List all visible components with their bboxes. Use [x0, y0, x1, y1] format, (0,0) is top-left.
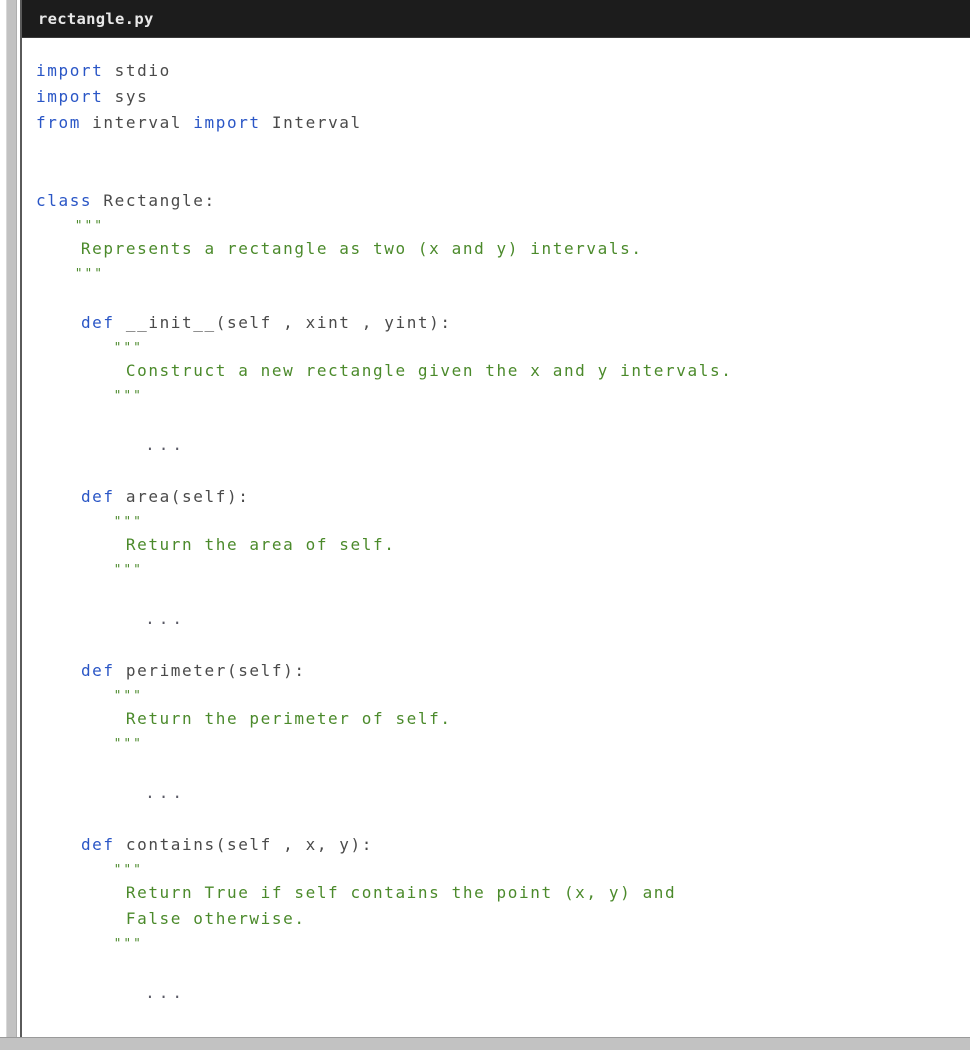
docstring-text: Return the perimeter of self.: [36, 709, 452, 728]
vertical-scrollbar-thumb[interactable]: [7, 0, 16, 1043]
docstring-quotes: """: [36, 687, 143, 702]
code-line-docstring-delimiter: """: [36, 858, 970, 880]
code-line-ellipsis: ...: [36, 606, 970, 632]
identifier-token: sys: [103, 87, 149, 106]
code-line-statement: def area(self):: [36, 484, 970, 510]
code-line-docstring-text: Construct a new rectangle given the x an…: [36, 358, 970, 384]
code-line-docstring-delimiter: """: [36, 932, 970, 954]
code-line-docstring-text: Return the perimeter of self.: [36, 706, 970, 732]
horizontal-scrollbar[interactable]: [0, 1037, 970, 1050]
code-line-import: from interval import Interval: [36, 110, 970, 136]
docstring-quotes: """: [36, 861, 143, 876]
code-line-docstring-delimiter: """: [36, 684, 970, 706]
code-line-docstring-delimiter: """: [36, 510, 970, 532]
code-line-statement: import stdio: [36, 58, 970, 84]
docstring-quotes: """: [36, 217, 105, 232]
code-line-docstring-delimiter: """: [36, 384, 970, 406]
code-panel: rectangle.py import stdio import sys from …: [20, 0, 970, 1037]
code-line-statement: class Rectangle:: [36, 188, 970, 214]
code-listing: import stdio import sys from interval impo…: [22, 38, 970, 1006]
code-line-docstring-text: Return True if self contains the point (…: [36, 880, 970, 906]
code-line-statement: def perimeter(self):: [36, 658, 970, 684]
docstring-text: False otherwise.: [36, 909, 306, 928]
keyword-token: import: [193, 113, 261, 132]
keyword-token: def: [80, 313, 115, 332]
code-line-statement: def __init__(self , xint , yint):: [36, 310, 970, 336]
code-line-docstring-text: Represents a rectangle as two (x and y) …: [36, 236, 970, 262]
identifier-token: contains(self , x, y):: [114, 835, 373, 854]
keyword-token: import: [36, 87, 104, 106]
identifier-token: area(self):: [114, 487, 250, 506]
code-line-docstring-text: Return the area of self.: [36, 532, 970, 558]
keyword-token: def: [80, 835, 115, 854]
ellipsis-placeholder: ...: [36, 435, 186, 454]
code-line-docstring-delimiter: """: [36, 262, 970, 284]
identifier-token: Rectangle:: [92, 191, 216, 210]
code-line-ellipsis: ...: [36, 780, 970, 806]
keyword-token: class: [36, 191, 93, 210]
code-line-statement: def contains(self , x, y):: [36, 832, 970, 858]
identifier-token: __init__(self , xint , yint):: [114, 313, 452, 332]
code-line-docstring-delimiter: """: [36, 558, 970, 580]
code-line-docstring-text: False otherwise.: [36, 906, 970, 932]
keyword-token: import: [36, 61, 104, 80]
identifier-token: stdio: [103, 61, 171, 80]
keyword-token: from: [36, 113, 81, 132]
identifier-token: interval: [80, 113, 194, 132]
docstring-quotes: """: [36, 735, 143, 750]
identifier-token: perimeter(self):: [114, 661, 306, 680]
identifier-token: Interval: [260, 113, 362, 132]
docstring-text: Construct a new rectangle given the x an…: [36, 361, 733, 380]
docstring-quotes: """: [36, 935, 143, 950]
docstring-text: Return the area of self.: [36, 535, 396, 554]
docstring-text: Return True if self contains the point (…: [36, 883, 677, 902]
docstring-quotes: """: [36, 513, 143, 528]
file-name-label: rectangle.py: [38, 9, 154, 28]
keyword-token: def: [80, 661, 115, 680]
ellipsis-placeholder: ...: [36, 983, 186, 1002]
code-line-statement: import sys: [36, 84, 970, 110]
docstring-quotes: """: [36, 387, 143, 402]
file-titlebar: rectangle.py: [22, 0, 970, 38]
docstring-quotes: """: [36, 265, 105, 280]
horizontal-scrollbar-thumb[interactable]: [0, 1038, 970, 1050]
vertical-scrollbar[interactable]: [6, 0, 17, 1043]
keyword-token: def: [80, 487, 115, 506]
ellipsis-placeholder: ...: [36, 783, 186, 802]
docstring-quotes: """: [36, 339, 143, 354]
ellipsis-placeholder: ...: [36, 609, 186, 628]
docstring-text: Represents a rectangle as two (x and y) …: [36, 239, 643, 258]
code-viewer-window: rectangle.py import stdio import sys from …: [0, 0, 970, 1050]
code-line-docstring-delimiter: """: [36, 336, 970, 358]
code-line-docstring-delimiter: """: [36, 732, 970, 754]
code-line-ellipsis: ...: [36, 980, 970, 1006]
docstring-quotes: """: [36, 561, 143, 576]
code-line-docstring-delimiter: """: [36, 214, 970, 236]
code-line-ellipsis: ...: [36, 432, 970, 458]
